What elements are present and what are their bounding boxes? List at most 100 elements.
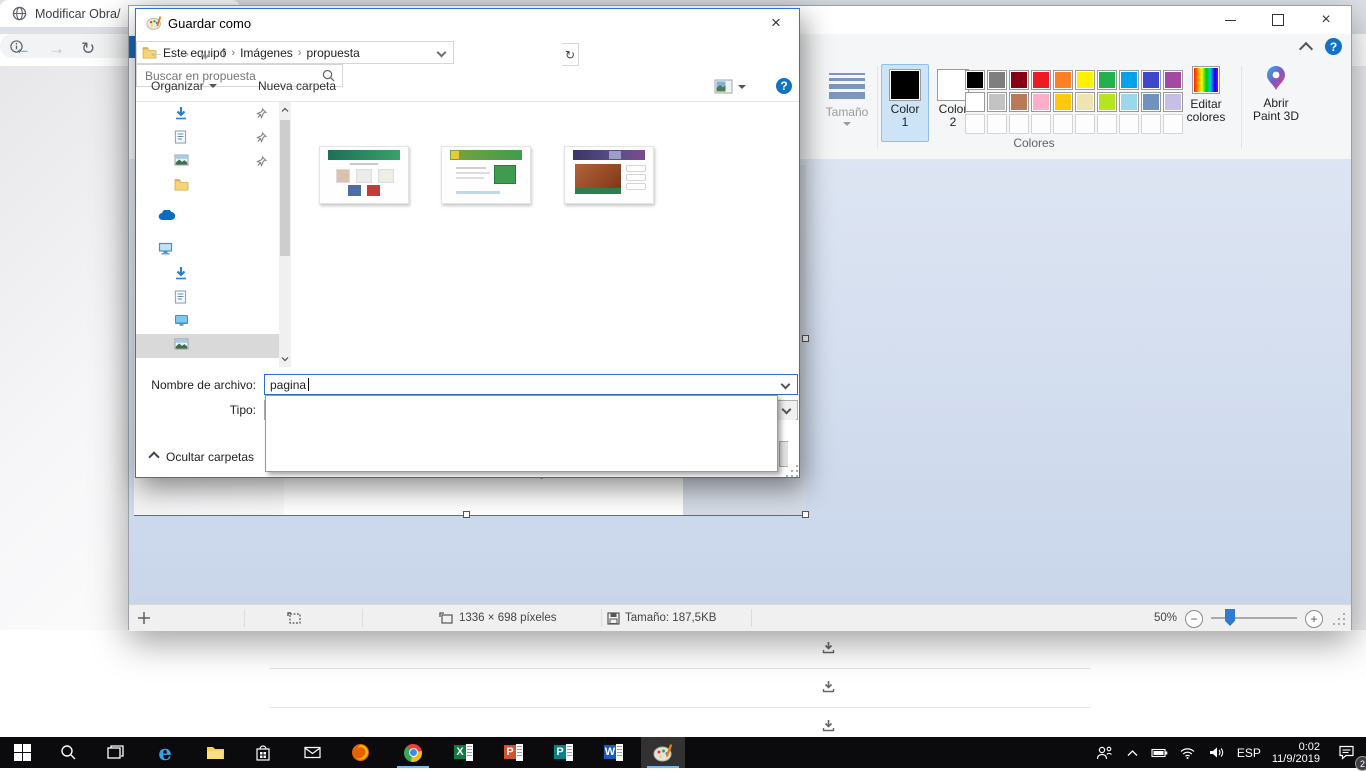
sidebar-item-propuesta[interactable] (136, 174, 279, 198)
taskbar-store-button[interactable] (241, 737, 285, 768)
palette-color-22b14c[interactable] (1097, 70, 1117, 90)
new-folder-button[interactable]: Nueva carpeta (258, 79, 336, 93)
taskbar-task-view[interactable] (93, 737, 137, 768)
sidebar-item-descargas[interactable] (136, 262, 279, 286)
edit-colors-button[interactable]: Editar colores (1177, 64, 1235, 124)
paint-help-icon[interactable]: ? (1325, 38, 1342, 55)
nav-forward-button[interactable]: → (176, 44, 192, 62)
selection-handle-bottom[interactable] (463, 511, 470, 518)
palette-empty-slot[interactable] (965, 114, 985, 134)
tray-expand-icon[interactable] (1120, 737, 1146, 768)
selection-handle-corner[interactable] (802, 511, 809, 518)
dialog-help-icon[interactable]: ? (776, 78, 792, 94)
palette-color-efe4b0[interactable] (1075, 92, 1095, 112)
organize-button[interactable]: Organizar (151, 79, 217, 93)
sidebar-item-imágenes[interactable] (136, 150, 279, 174)
taskbar-excel-button[interactable]: X (441, 737, 485, 768)
view-mode-button[interactable] (714, 79, 746, 94)
palette-empty-slot[interactable] (1141, 114, 1161, 134)
filetype-dropdown-icon[interactable] (777, 402, 796, 420)
scrollbar-thumb[interactable] (280, 120, 290, 256)
file-item-dos[interactable] (319, 146, 409, 210)
palette-empty-slot[interactable] (1075, 114, 1095, 134)
minimize-button[interactable] (1207, 6, 1253, 34)
palette-color-99d9ea[interactable] (1119, 92, 1139, 112)
selection-handle-right[interactable] (802, 335, 809, 342)
dialog-close-button[interactable]: × (761, 9, 791, 37)
sidebar-item-escritorio[interactable] (136, 310, 279, 334)
palette-color-b5e61d[interactable] (1097, 92, 1117, 112)
breadcrumb-item[interactable]: Imágenes (240, 46, 293, 60)
palette-empty-slot[interactable] (1097, 114, 1117, 134)
palette-color-ff7f27[interactable] (1053, 70, 1073, 90)
browser-reload-button[interactable]: ↻ (81, 39, 95, 59)
sidebar-item-este-equipo[interactable] (136, 238, 279, 262)
palette-color-fff200[interactable] (1075, 70, 1095, 90)
palette-color-ffc90e[interactable] (1053, 92, 1073, 112)
sidebar-item-imágenes[interactable] (136, 334, 279, 358)
dialog-resize-grip[interactable] (784, 463, 798, 477)
refresh-button[interactable]: ↻ (562, 43, 579, 66)
zoom-slider-track[interactable] (1211, 617, 1297, 619)
people-icon[interactable] (1090, 737, 1120, 768)
size-tool[interactable]: Tamaño (821, 66, 873, 150)
wifi-icon[interactable] (1174, 737, 1202, 768)
palette-empty-slot[interactable] (1009, 114, 1029, 134)
browser-forward-button[interactable]: → (48, 39, 65, 59)
nav-up-button[interactable]: ↑ (220, 44, 228, 62)
battery-icon[interactable] (1146, 737, 1174, 768)
sidebar-item-documentos[interactable] (136, 126, 279, 150)
taskbar-start-button[interactable] (0, 737, 44, 768)
palette-color-ffffff[interactable] (965, 92, 985, 112)
palette-color-ed1c24[interactable] (1031, 70, 1051, 90)
zoom-in-button[interactable]: + (1305, 610, 1323, 628)
taskbar-paint-button[interactable] (641, 737, 685, 768)
palette-empty-slot[interactable] (987, 114, 1007, 134)
zoom-slider-thumb[interactable] (1225, 609, 1235, 626)
sidebar-item-documentos[interactable] (136, 286, 279, 310)
color1-button[interactable]: Color 1 (881, 64, 929, 142)
palette-color-7092be[interactable] (1141, 92, 1161, 112)
taskbar-mail-button[interactable] (290, 737, 334, 768)
palette-empty-slot[interactable] (1053, 114, 1073, 134)
palette-color-7f7f7f[interactable] (987, 70, 1007, 90)
palette-color-3f48cc[interactable] (1141, 70, 1161, 90)
taskbar-file-explorer[interactable] (193, 737, 237, 768)
zoom-out-button[interactable]: − (1185, 610, 1203, 628)
file-item-uno[interactable] (564, 146, 654, 210)
file-item-tres[interactable] (441, 146, 531, 210)
palette-color-000000[interactable] (965, 70, 985, 90)
palette-color-b97a57[interactable] (1009, 92, 1029, 112)
language-indicator[interactable]: ESP (1232, 737, 1266, 768)
palette-color-c3c3c3[interactable] (987, 92, 1007, 112)
filename-input[interactable]: pagina (264, 374, 798, 395)
download-link[interactable] (822, 719, 841, 735)
breadcrumb-item[interactable]: propuesta (306, 46, 359, 60)
scroll-up-icon[interactable] (281, 106, 289, 114)
maximize-button[interactable] (1255, 6, 1301, 34)
sidebar-scrollbar[interactable] (279, 102, 291, 367)
palette-color-ffaec9[interactable] (1031, 92, 1051, 112)
volume-icon[interactable] (1202, 737, 1232, 768)
filename-autocomplete-dropdown[interactable] (265, 395, 778, 472)
hide-folders-button[interactable]: Ocultar carpetas (150, 450, 254, 464)
scroll-down-icon[interactable] (281, 355, 289, 363)
browser-back-button[interactable]: ← (14, 39, 31, 59)
taskbar-search[interactable] (46, 737, 90, 768)
taskbar-word-button[interactable]: W (591, 737, 635, 768)
sidebar-item-descargas[interactable] (136, 102, 279, 126)
clock[interactable]: 0:0211/9/2019 (1266, 737, 1326, 768)
taskbar-powerpoint[interactable]: P (491, 737, 535, 768)
taskbar-edge-button[interactable]: e (143, 737, 187, 768)
resize-grip[interactable] (1331, 611, 1345, 625)
breadcrumb-item[interactable]: Este equipo (163, 46, 226, 60)
download-link[interactable] (822, 680, 841, 696)
taskbar-firefox[interactable] (338, 737, 382, 768)
palette-empty-slot[interactable] (1031, 114, 1051, 134)
open-paint3d-button[interactable]: Abrir Paint 3D (1245, 64, 1307, 123)
nav-back-button[interactable]: ← (148, 44, 164, 62)
download-link[interactable] (822, 641, 841, 657)
palette-color-880015[interactable] (1009, 70, 1029, 90)
close-button[interactable]: × (1303, 6, 1349, 34)
filename-dropdown-icon[interactable] (781, 380, 791, 390)
